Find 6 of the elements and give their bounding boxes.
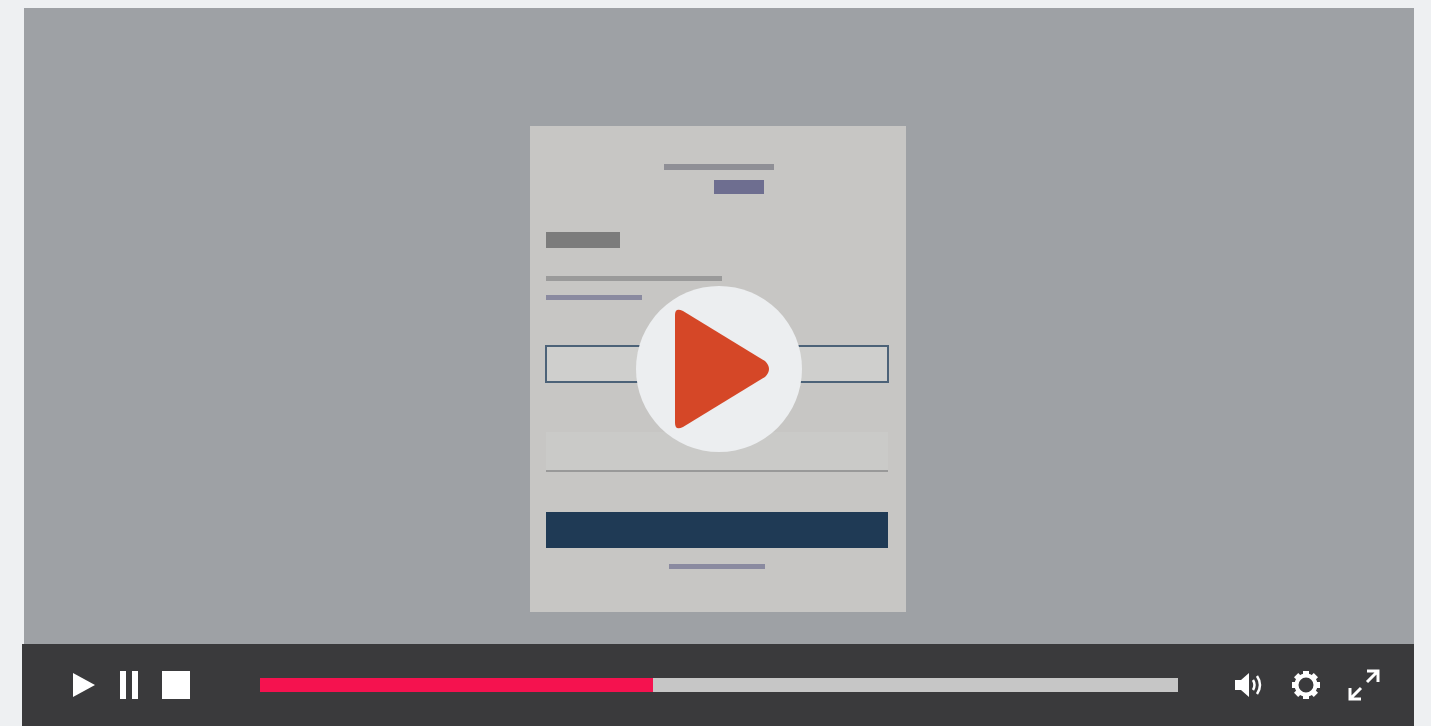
settings-icon — [1292, 671, 1320, 699]
stop-icon — [162, 671, 190, 699]
fullscreen-icon — [1348, 669, 1380, 701]
play-icon — [72, 672, 96, 698]
volume-icon — [1234, 671, 1264, 699]
pause-icon — [120, 671, 138, 699]
